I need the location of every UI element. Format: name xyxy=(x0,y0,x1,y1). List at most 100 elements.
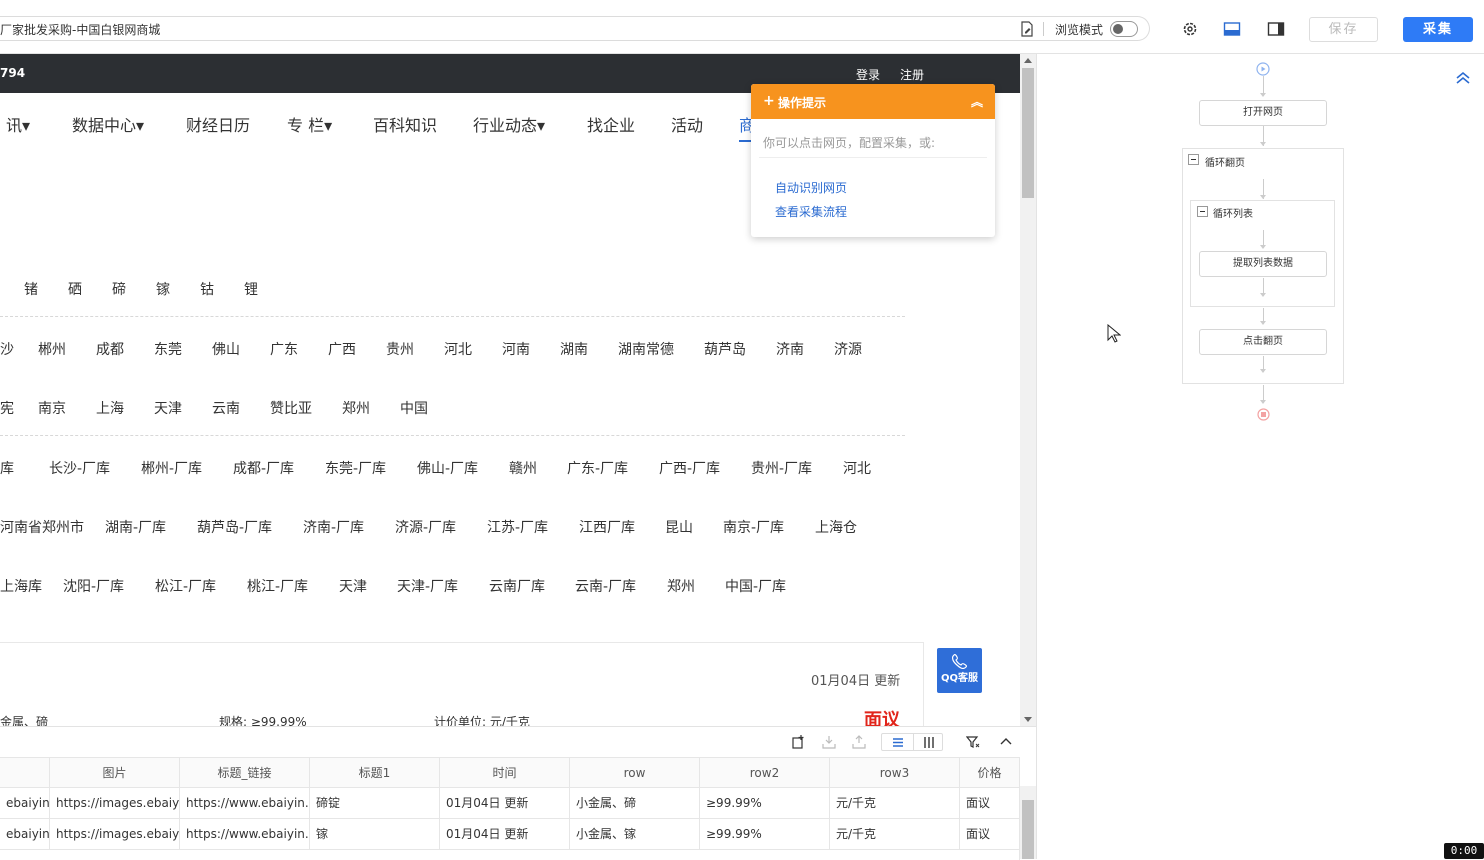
table-header-col-time[interactable]: 时间 xyxy=(440,757,570,788)
flow-node-extract-list[interactable]: 提取列表数据 xyxy=(1199,251,1327,277)
table-cell[interactable]: 面议 xyxy=(960,819,1020,850)
save-button[interactable]: 保存 xyxy=(1309,17,1378,42)
filter-city[interactable]: 东莞 xyxy=(154,339,182,359)
document-edit-icon[interactable] xyxy=(1020,21,1034,37)
filter-icon[interactable] xyxy=(966,735,980,749)
filter-city[interactable]: 广西 xyxy=(328,339,356,359)
table-cell[interactable]: 碲锭 xyxy=(310,788,440,819)
filter-city[interactable]: 济南 xyxy=(776,339,804,359)
filter-warehouse[interactable]: 佛山-厂库 xyxy=(417,458,478,478)
filter-city[interactable]: 赞比亚 xyxy=(270,398,312,418)
filter-city[interactable]: 郴州 xyxy=(38,339,66,359)
filter-warehouse[interactable]: 昆山 xyxy=(665,517,693,537)
filter-element[interactable]: 锂 xyxy=(244,279,258,299)
filter-city[interactable]: 云南 xyxy=(212,398,240,418)
scroll-up-arrow-icon[interactable] xyxy=(1024,58,1032,63)
table-header-col-row3[interactable]: row3 xyxy=(830,757,960,788)
scroll-thumb[interactable] xyxy=(1022,68,1034,198)
nav-item-data-center[interactable]: 数据中心▾ xyxy=(72,112,144,136)
filter-warehouse[interactable]: 云南厂库 xyxy=(489,576,545,596)
filter-city[interactable]: 河南 xyxy=(502,339,530,359)
filter-element[interactable]: 镓 xyxy=(156,279,170,299)
import-icon[interactable] xyxy=(822,735,836,749)
table-cell[interactable]: 镓 xyxy=(310,819,440,850)
nav-item-columns[interactable]: 专 栏▾ xyxy=(287,112,332,136)
filter-warehouse[interactable]: 中国-厂库 xyxy=(725,576,786,596)
filter-city[interactable]: 济源 xyxy=(834,339,862,359)
filter-warehouse[interactable]: 江西厂库 xyxy=(579,517,635,537)
table-header-col-title1[interactable]: 标题1 xyxy=(310,757,440,788)
view-flow-link[interactable]: 查看采集流程 xyxy=(775,203,847,220)
filter-warehouse[interactable]: 松江-厂库 xyxy=(155,576,216,596)
scroll-thumb[interactable] xyxy=(1022,800,1034,859)
table-cell[interactable]: 元/千克 xyxy=(830,788,960,819)
filter-city[interactable]: 天津 xyxy=(154,398,182,418)
gear-icon[interactable] xyxy=(1181,20,1199,38)
filter-warehouse[interactable]: 湖南-厂库 xyxy=(105,517,166,537)
table-header-col-price[interactable]: 价格 xyxy=(960,757,1020,788)
nav-item-industry[interactable]: 行业动态▾ xyxy=(473,112,545,136)
filter-warehouse[interactable]: 云南-厂库 xyxy=(575,576,636,596)
table-cell[interactable]: https://www.ebaiyin.c... xyxy=(180,788,310,819)
filter-city[interactable]: 沙 xyxy=(0,339,14,359)
login-link[interactable]: 登录 xyxy=(856,66,880,83)
table-header-col-row2[interactable]: row2 xyxy=(700,757,830,788)
table-cell[interactable]: 01月04日 更新 xyxy=(440,819,570,850)
table-cell[interactable]: https://images.ebaiyi... xyxy=(50,819,180,850)
filter-warehouse[interactable]: 济源-厂库 xyxy=(395,517,456,537)
filter-warehouse[interactable]: 天津 xyxy=(339,576,367,596)
filter-warehouse[interactable]: 库 xyxy=(0,458,14,478)
flow-node-open-page[interactable]: 打开网页 xyxy=(1199,100,1327,126)
page-scrollbar[interactable] xyxy=(1020,54,1036,726)
filter-city[interactable]: 南京 xyxy=(38,398,66,418)
filter-city[interactable]: 郑州 xyxy=(342,398,370,418)
table-cell[interactable]: 面议 xyxy=(960,788,1020,819)
auto-detect-link[interactable]: 自动识别网页 xyxy=(775,179,847,196)
collapse-icon[interactable] xyxy=(1197,206,1208,217)
filter-element[interactable]: 硒 xyxy=(68,279,82,299)
filter-city[interactable]: 葫芦岛 xyxy=(704,339,746,359)
filter-warehouse[interactable]: 上海仓 xyxy=(815,517,857,537)
product-card[interactable]: 01月04日 更新 金属、碲 规格: ≥99.99% 计价单位: 元/千克 面议 xyxy=(0,642,924,726)
table-cell[interactable]: 小金属、镓 xyxy=(570,819,700,850)
filter-warehouse[interactable]: 郑州 xyxy=(667,576,695,596)
filter-warehouse[interactable]: 长沙-厂库 xyxy=(49,458,110,478)
nav-item-news[interactable]: 讯▾ xyxy=(6,112,30,136)
table-scrollbar[interactable] xyxy=(1020,786,1036,859)
collect-button[interactable]: 采集 xyxy=(1403,17,1473,42)
filter-city[interactable]: 湖南 xyxy=(560,339,588,359)
list-view-icon[interactable] xyxy=(891,736,905,749)
nav-item-wiki[interactable]: 百科知识 xyxy=(373,112,437,136)
filter-element[interactable]: 钴 xyxy=(200,279,214,299)
filter-warehouse[interactable]: 沈阳-厂库 xyxy=(63,576,124,596)
filter-city[interactable]: 中国 xyxy=(400,398,428,418)
filter-warehouse[interactable]: 贵州-厂库 xyxy=(751,458,812,478)
layout-bottom-panel-icon[interactable] xyxy=(1223,20,1241,38)
table-header-col-row[interactable]: row xyxy=(570,757,700,788)
browse-mode-toggle[interactable] xyxy=(1110,21,1138,37)
chevron-double-up-icon[interactable] xyxy=(1455,69,1471,85)
export-icon[interactable] xyxy=(852,735,866,749)
register-link[interactable]: 注册 xyxy=(900,66,924,83)
filter-warehouse[interactable]: 葫芦岛-厂库 xyxy=(197,517,272,537)
filter-city[interactable]: 河北 xyxy=(444,339,472,359)
scroll-down-arrow-icon[interactable] xyxy=(1024,717,1032,722)
table-cell[interactable]: 01月04日 更新 xyxy=(440,788,570,819)
filter-city[interactable]: 贵州 xyxy=(386,339,414,359)
filter-city[interactable]: 上海 xyxy=(96,398,124,418)
filter-city[interactable]: 湖南常德 xyxy=(618,339,674,359)
filter-warehouse[interactable]: 东莞-厂库 xyxy=(325,458,386,478)
table-cell[interactable]: ebaiyin.c... xyxy=(0,819,50,850)
table-cell[interactable]: https://www.ebaiyin.c... xyxy=(180,819,310,850)
table-header-col-image[interactable]: 图片 xyxy=(50,757,180,788)
add-field-icon[interactable] xyxy=(791,735,805,749)
table-cell[interactable]: https://images.ebaiyi... xyxy=(50,788,180,819)
qq-service-button[interactable]: QQ客服 xyxy=(937,648,982,693)
filter-warehouse[interactable]: 河北 xyxy=(843,458,871,478)
table-cell[interactable]: 小金属、碲 xyxy=(570,788,700,819)
filter-city[interactable]: 佛山 xyxy=(212,339,240,359)
filter-warehouse[interactable]: 桃江-厂库 xyxy=(247,576,308,596)
address-bar[interactable]: 厂家批发采购-中国白银网商城 浏览模式 xyxy=(0,16,1150,41)
nav-item-enterprise[interactable]: 找企业 xyxy=(587,112,635,136)
filter-warehouse[interactable]: 河南省郑州市 xyxy=(0,517,84,537)
